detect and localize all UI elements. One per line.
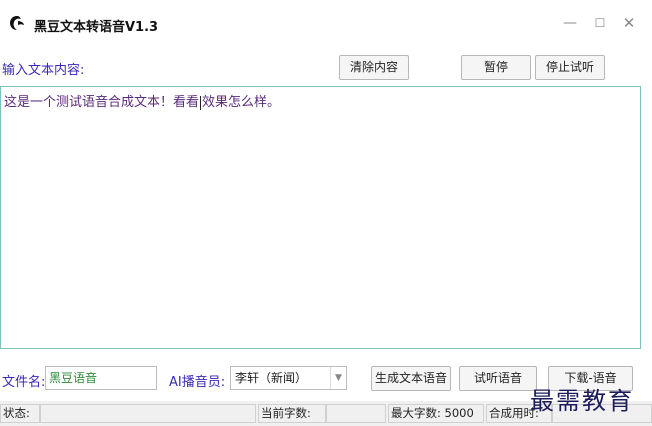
- ai-voice-label: AI播音员:: [169, 375, 226, 390]
- text-input-content-rest: 效果怎么样。: [202, 95, 281, 110]
- text-caret: [200, 95, 202, 110]
- current-chars-label: 当前字数:: [258, 404, 326, 423]
- input-text-label: 输入文本内容:: [2, 63, 85, 78]
- maximize-button[interactable]: ☐: [590, 14, 610, 32]
- filename-label: 文件名:: [2, 375, 46, 390]
- chevron-down-icon[interactable]: ▼: [330, 367, 346, 389]
- text-input-area[interactable]: 这是一个测试语音合成文本！看看 效果怎么样。: [0, 86, 641, 349]
- clear-content-button[interactable]: 清除内容: [339, 55, 409, 80]
- stop-preview-button[interactable]: 停止试听: [535, 55, 605, 80]
- app-title: 黑豆文本转语音V1.3: [34, 20, 159, 35]
- watermark-logo: 最需教育: [530, 387, 634, 415]
- preview-speech-button[interactable]: 试听语音: [459, 366, 537, 391]
- status-value: [40, 404, 256, 423]
- filename-input[interactable]: 黑豆语音: [45, 366, 157, 390]
- status-label: 状态:: [0, 404, 40, 423]
- title-bar: 黑豆文本转语音V1.3 — ☐ ✕: [0, 0, 652, 46]
- app-logo-icon: [10, 16, 24, 30]
- close-button[interactable]: ✕: [619, 14, 639, 32]
- current-chars-value: [326, 404, 386, 423]
- minimize-button[interactable]: —: [560, 14, 580, 32]
- ai-voice-selected: 李轩（新闻）: [235, 371, 308, 385]
- max-chars-label: 最大字数: 5000: [388, 404, 484, 423]
- pause-button[interactable]: 暂停: [461, 55, 531, 80]
- text-input-content: 这是一个测试语音合成文本！看看: [4, 95, 200, 110]
- generate-speech-button[interactable]: 生成文本语音: [371, 366, 451, 391]
- ai-voice-select[interactable]: 李轩（新闻） ▼: [230, 366, 347, 390]
